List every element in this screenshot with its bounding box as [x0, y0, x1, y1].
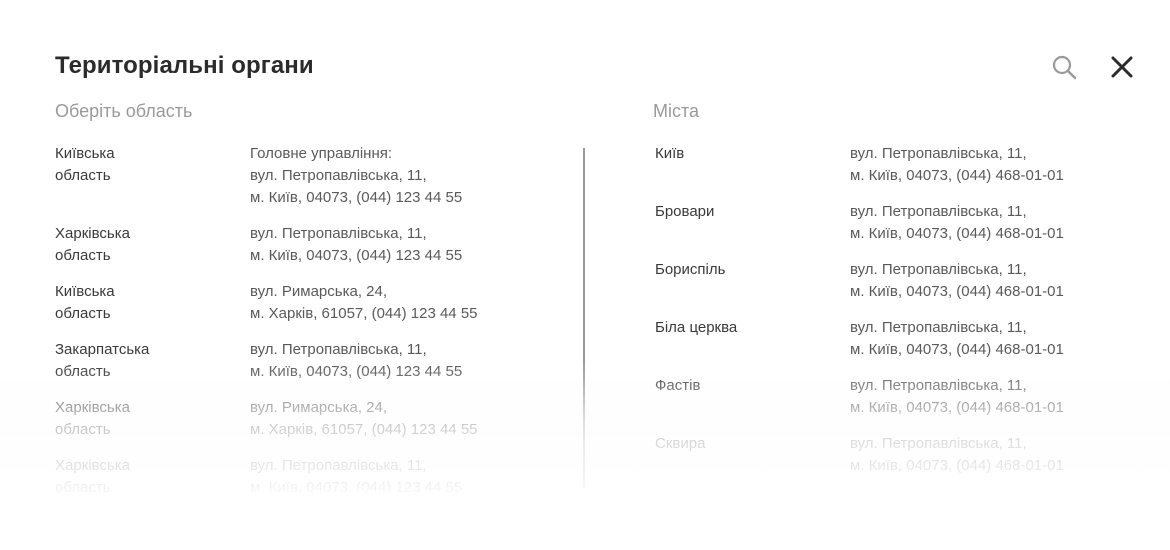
column-divider — [583, 148, 585, 488]
city-item[interactable]: Бровари вул. Петропавлівська, 11, м. Киї… — [655, 201, 1135, 245]
region-item[interactable]: Київська область Головне управління: вул… — [55, 143, 555, 209]
page-title: Територіальні органи — [55, 52, 314, 79]
region-name: Харківська область — [55, 457, 130, 493]
address-line: м. Київ, 04073, (044) 123 44 55 — [250, 189, 463, 206]
address-line: м. Харків, 61057, (044) 123 44 55 — [250, 421, 478, 438]
city-address: вул. Петропавлівська, 11, м. Київ, 04073… — [850, 375, 1064, 419]
address-line: вул. Петропавлівська, 11, — [850, 319, 1027, 336]
address-line: вул. Петропавлівська, 11, — [850, 435, 1027, 452]
region-name: Київська область — [55, 283, 115, 322]
region-item[interactable]: Харківська область вул. Римарська, 24, м… — [55, 397, 555, 441]
city-item[interactable]: Бориспіль вул. Петропавлівська, 11, м. К… — [655, 259, 1135, 303]
address-line: вул. Петропавлівська, 11, — [250, 341, 427, 358]
region-name: Харківська область — [55, 399, 130, 438]
address-line: вул. Римарська, 24, — [250, 283, 388, 300]
cities-list: Київ вул. Петропавлівська, 11, м. Київ, … — [655, 143, 1135, 493]
address-line: вул. Петропавлівська, 11, — [250, 457, 427, 474]
region-name: Київська область — [55, 145, 115, 184]
region-name: Закарпатська область — [55, 341, 150, 380]
region-address: вул. Петропавлівська, 11, м. Київ, 04073… — [250, 455, 462, 493]
region-item[interactable]: Київська область вул. Римарська, 24, м. … — [55, 281, 555, 325]
search-button[interactable] — [1050, 53, 1078, 81]
city-item[interactable]: Київ вул. Петропавлівська, 11, м. Київ, … — [655, 143, 1135, 187]
region-item[interactable]: Закарпатська область вул. Петропавлівськ… — [55, 339, 555, 383]
cities-heading: Міста — [653, 101, 700, 121]
city-address: вул. Петропавлівська, 11, м. Київ, 04073… — [850, 143, 1064, 187]
address-line: м. Київ, 04073, (044) 123 44 55 — [250, 247, 463, 264]
city-item[interactable]: Фастів вул. Петропавлівська, 11, м. Київ… — [655, 375, 1135, 419]
city-address: вул. Петропавлівська, 11, м. Київ, 04073… — [850, 259, 1064, 303]
close-button[interactable] — [1108, 53, 1136, 81]
regions-heading: Оберіть область — [55, 101, 193, 121]
region-item[interactable]: Харківська область вул. Петропавлівська,… — [55, 455, 555, 493]
address-line: м. Київ, 04073, (044) 123 44 55 — [250, 363, 463, 380]
region-item[interactable]: Харківська область вул. Петропавлівська,… — [55, 223, 555, 267]
address-line: вул. Петропавлівська, 11, — [850, 145, 1027, 162]
address-line: вул. Петропавлівська, 11, — [850, 261, 1027, 278]
address-line: м. Київ, 04073, (044) 468-01-01 — [850, 399, 1064, 416]
city-address: вул. Петропавлівська, 11, м. Київ, 04073… — [850, 201, 1064, 245]
region-address: вул. Римарська, 24, м. Харків, 61057, (0… — [250, 397, 478, 441]
address-line: вул. Петропавлівська, 11, — [850, 203, 1027, 220]
city-name: Бровари — [655, 203, 715, 220]
city-name: Київ — [655, 145, 685, 162]
address-line: вул. Римарська, 24, — [250, 399, 388, 416]
region-name: Харківська область — [55, 225, 130, 264]
city-name: Біла церква — [655, 319, 738, 336]
address-line: вул. Петропавлівська, 11, — [250, 225, 427, 242]
city-name: Бориспіль — [655, 261, 726, 278]
city-address: вул. Петропавлівська, 11, м. Київ, 04073… — [850, 433, 1064, 477]
city-name: Сквира — [655, 435, 706, 452]
address-line: м. Київ, 04073, (044) 468-01-01 — [850, 341, 1064, 358]
regions-list: Київська область Головне управління: вул… — [55, 143, 555, 493]
city-name: Фастів — [655, 377, 701, 394]
region-address: Головне управління: вул. Петропавлівська… — [250, 143, 462, 209]
region-address: вул. Петропавлівська, 11, м. Київ, 04073… — [250, 223, 462, 267]
city-item[interactable]: Сквира вул. Петропавлівська, 11, м. Київ… — [655, 433, 1135, 477]
address-line: м. Київ, 04073, (044) 468-01-01 — [850, 167, 1064, 184]
address-line: м. Київ, 04073, (044) 468-01-01 — [850, 225, 1064, 242]
search-icon — [1052, 55, 1077, 80]
address-line: м. Київ, 04073, (044) 123 44 55 — [250, 479, 463, 493]
address-line: м. Київ, 04073, (044) 468-01-01 — [850, 457, 1064, 474]
region-address: вул. Римарська, 24, м. Харків, 61057, (0… — [250, 281, 478, 325]
address-line: вул. Петропавлівська, 11, — [850, 377, 1027, 394]
close-icon — [1111, 56, 1133, 78]
address-line: вул. Петропавлівська, 11, — [250, 167, 427, 184]
address-line: м. Київ, 04073, (044) 468-01-01 — [850, 283, 1064, 300]
address-line: Головне управління: — [250, 145, 393, 162]
region-address: вул. Петропавлівська, 11, м. Київ, 04073… — [250, 339, 462, 383]
address-line: м. Харків, 61057, (044) 123 44 55 — [250, 305, 478, 322]
city-address: вул. Петропавлівська, 11, м. Київ, 04073… — [850, 317, 1064, 361]
territorial-bodies-panel: Територіальні органи Оберіть область Міс… — [0, 0, 1170, 550]
city-item[interactable]: Біла церква вул. Петропавлівська, 11, м.… — [655, 317, 1135, 361]
